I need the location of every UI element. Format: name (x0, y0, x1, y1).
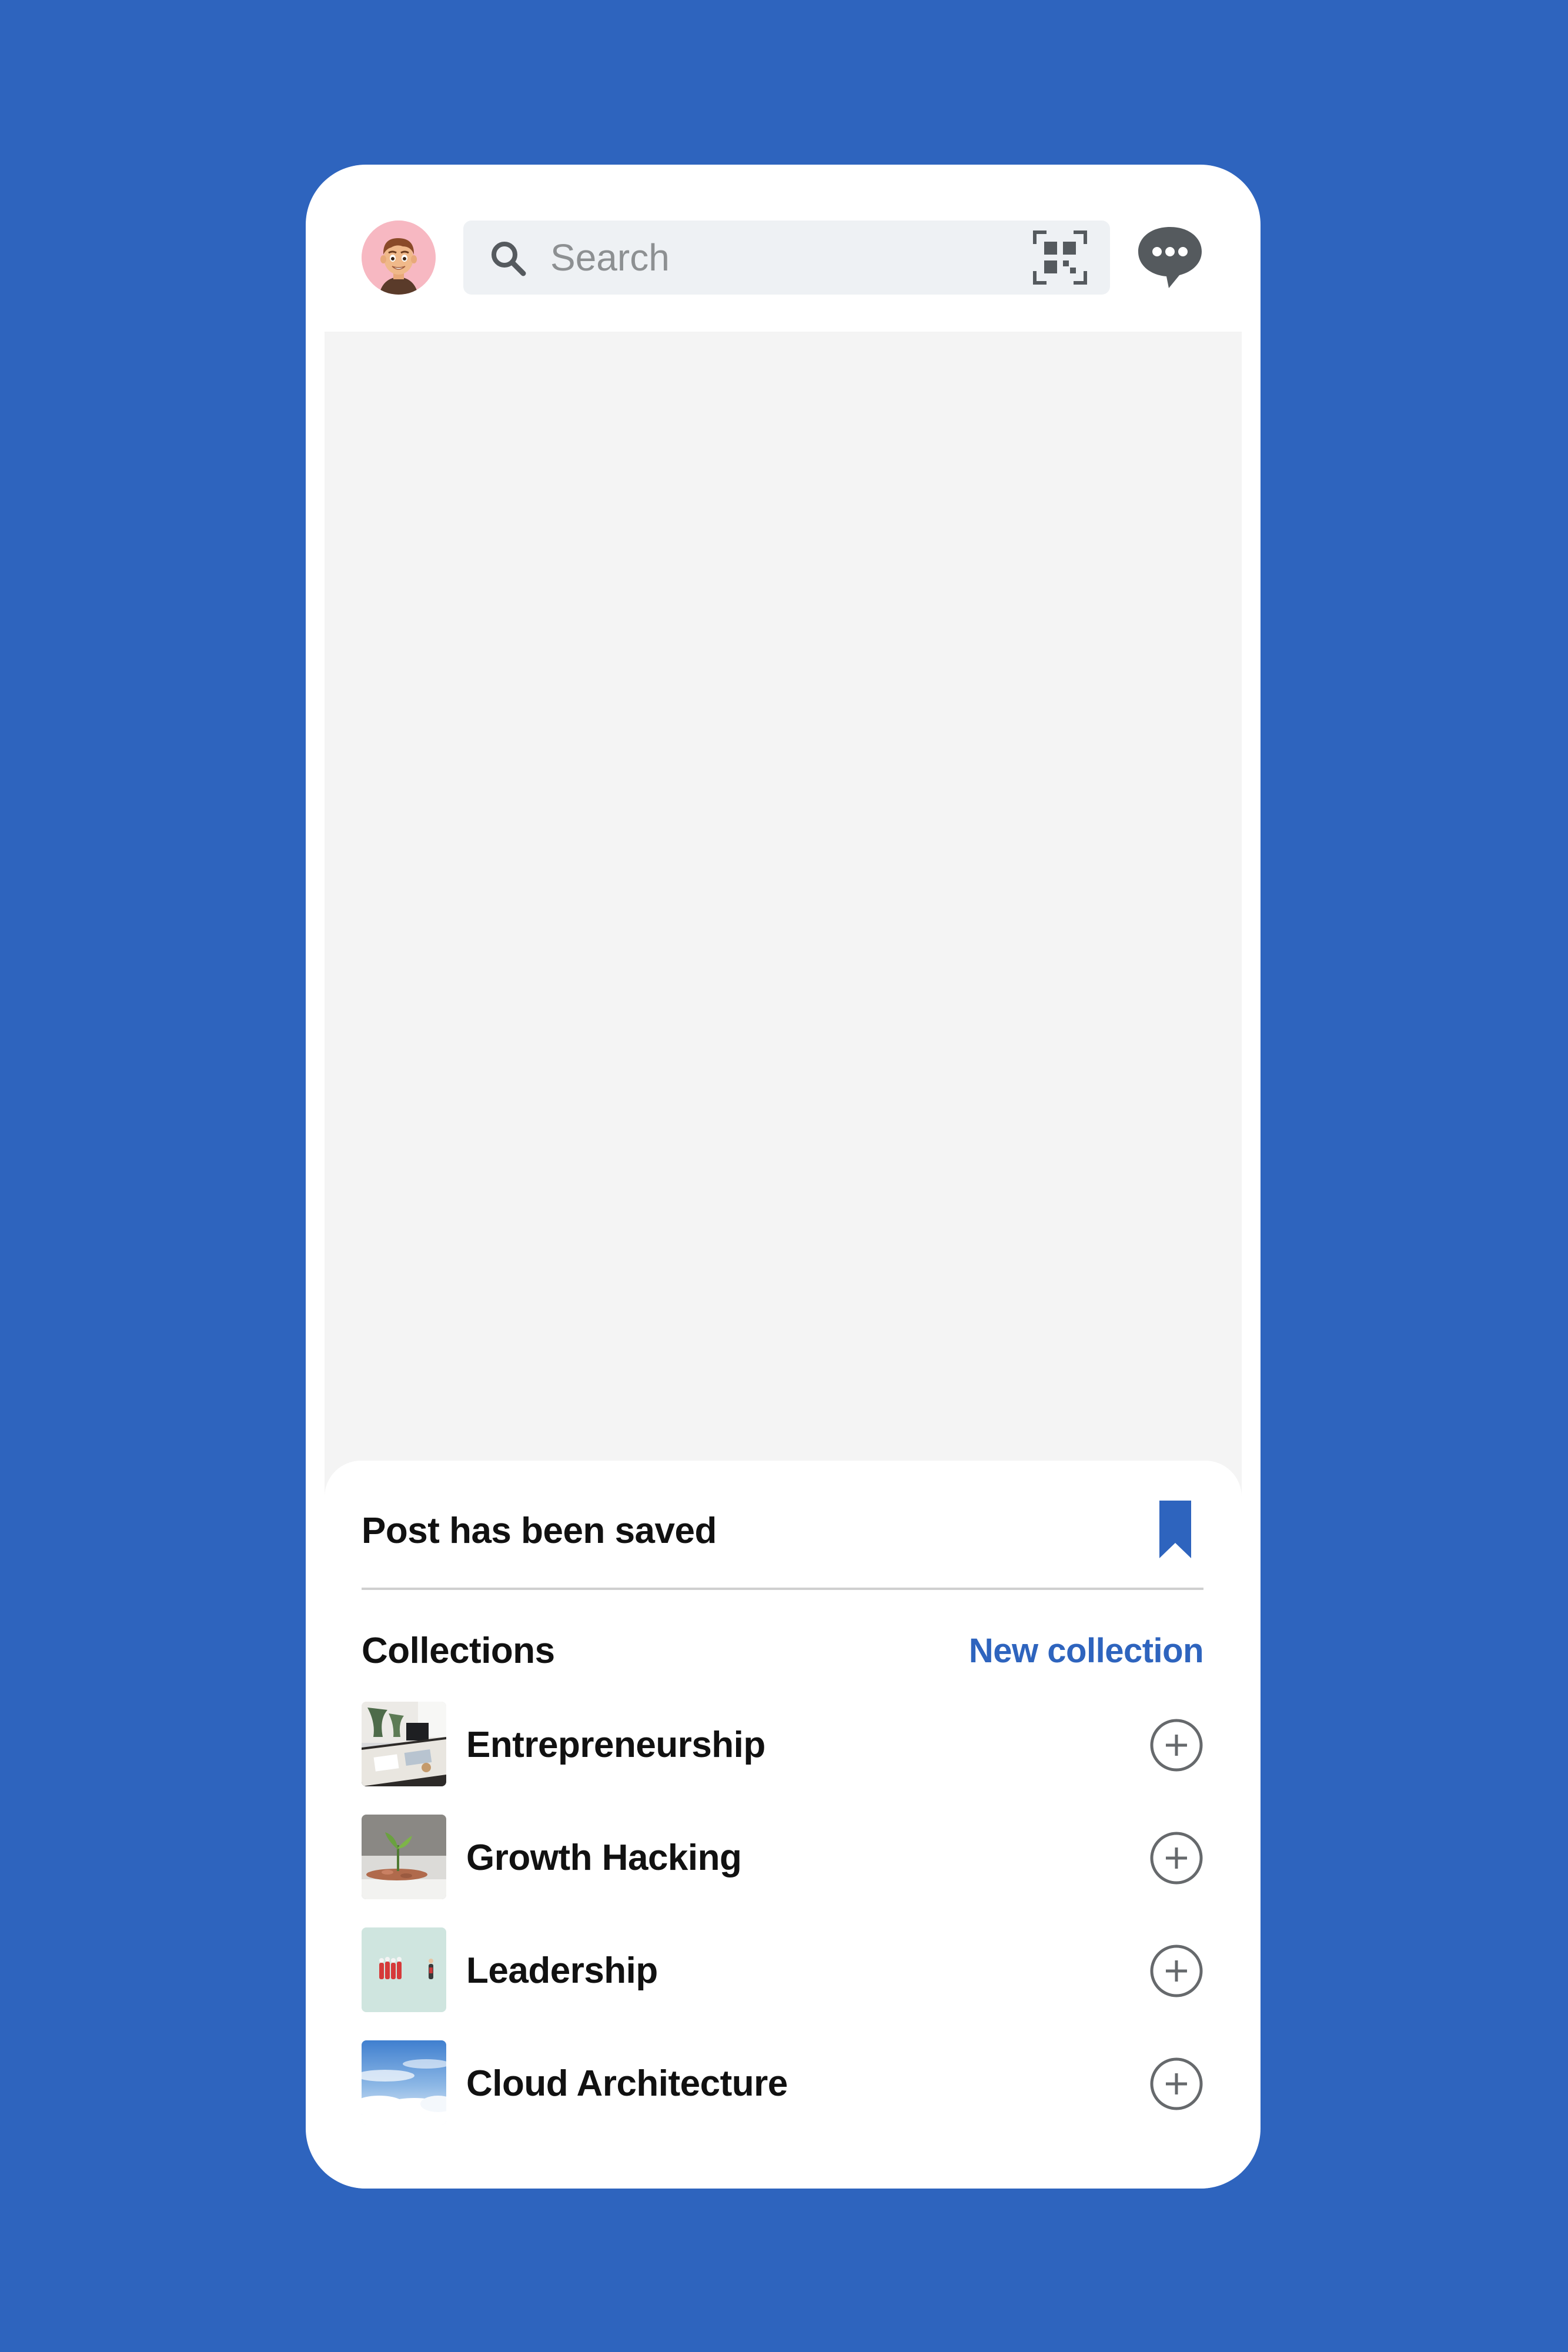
collection-item-leadership[interactable]: Leadership (362, 1927, 1203, 2012)
save-confirmation-sheet: Post has been saved Collections New coll… (325, 1461, 1242, 2189)
add-circle-icon[interactable] (1149, 1718, 1203, 1772)
add-circle-icon[interactable] (1149, 1831, 1203, 1885)
collection-label: Entrepreneurship (466, 1725, 765, 1765)
qr-code-icon[interactable] (1032, 230, 1088, 285)
add-circle-icon[interactable] (1149, 1944, 1203, 1998)
phone-screen: Post has been saved Collections New coll… (306, 165, 1261, 2189)
memoji-avatar-icon (362, 220, 436, 295)
bookmark-icon[interactable] (1159, 1501, 1191, 1558)
add-circle-icon[interactable] (1149, 2057, 1203, 2111)
profile-avatar[interactable] (362, 220, 436, 295)
collection-item-entrepreneurship[interactable]: Entrepreneurship (362, 1702, 1203, 1786)
collection-label: Growth Hacking (466, 1838, 742, 1878)
search-bar[interactable] (463, 220, 1110, 295)
collection-item-cloud-architecture[interactable]: Cloud Architecture (362, 2040, 1203, 2125)
figures-photo (362, 1927, 446, 2012)
collections-list: Entrepreneurship Growth Hacking Leadersh… (362, 1702, 1203, 2153)
search-input[interactable] (550, 220, 997, 295)
collection-item-growth-hacking[interactable]: Growth Hacking (362, 1815, 1203, 1899)
new-collection-link[interactable]: New collection (969, 1631, 1204, 1671)
collections-heading: Collections (362, 1631, 555, 1671)
collection-label: Leadership (466, 1950, 658, 1991)
office-desk-photo (362, 1702, 446, 1786)
chat-bubble-icon[interactable] (1135, 225, 1205, 290)
collection-label: Cloud Architecture (466, 2063, 788, 2104)
divider (362, 1588, 1203, 1590)
plant-coins-photo (362, 1815, 446, 1899)
search-icon (488, 238, 528, 278)
clouds-photo (362, 2040, 446, 2125)
saved-confirmation-title: Post has been saved (362, 1511, 717, 1551)
